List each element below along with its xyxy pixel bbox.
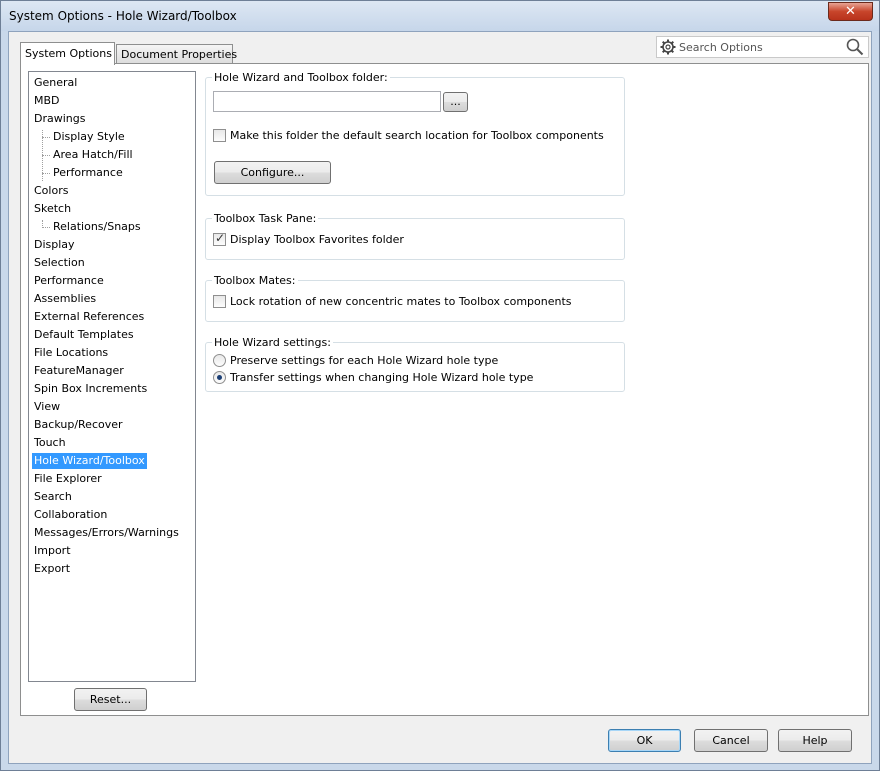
tree-item-collaboration[interactable]: Collaboration	[32, 507, 109, 523]
tree-item-drawings[interactable]: Drawings	[32, 111, 87, 127]
toolbox-folder-path-input[interactable]	[213, 91, 441, 112]
tree-connector	[42, 227, 50, 228]
tree-item-colors[interactable]: Colors	[32, 183, 70, 199]
browse-folder-button[interactable]: ...	[443, 92, 468, 112]
options-tree[interactable]: General MBD Drawings Display Style Area …	[28, 71, 196, 682]
preserve-settings-radio[interactable]	[213, 354, 226, 367]
tree-item-file-locations[interactable]: File Locations	[32, 345, 110, 361]
default-location-checkbox[interactable]	[213, 129, 226, 142]
tree-item-view[interactable]: View	[32, 399, 62, 415]
search-icon[interactable]	[846, 38, 864, 56]
tree-item-file-explorer[interactable]: File Explorer	[32, 471, 104, 487]
ok-button[interactable]: OK	[608, 729, 681, 752]
tree-item-performance[interactable]: Performance	[32, 273, 106, 289]
toolbox-mates-title: Toolbox Mates:	[212, 274, 298, 287]
tree-item-display-style[interactable]: Display Style	[51, 129, 127, 145]
radio-selected-dot	[217, 375, 222, 380]
tree-item-messages-errors-warnings[interactable]: Messages/Errors/Warnings	[32, 525, 181, 541]
tree-item-backup-recover[interactable]: Backup/Recover	[32, 417, 125, 433]
toolbox-folder-group: Hole Wizard and Toolbox folder: ... Make…	[205, 71, 625, 196]
help-button[interactable]: Help	[778, 729, 852, 752]
close-button[interactable]: ✕	[828, 2, 873, 21]
tree-connector	[42, 173, 50, 174]
reset-button[interactable]: Reset...	[74, 688, 147, 711]
tree-connector	[42, 155, 50, 156]
tree-item-external-references[interactable]: External References	[32, 309, 146, 325]
hole-wizard-settings-group: Hole Wizard settings: Preserve settings …	[205, 336, 625, 392]
default-location-label[interactable]: Make this folder the default search loca…	[230, 129, 604, 142]
favorites-folder-checkbox[interactable]: ✓	[213, 231, 226, 246]
toolbox-task-pane-group: Toolbox Task Pane: ✓ Display Toolbox Fav…	[205, 212, 625, 260]
tree-item-assemblies[interactable]: Assemblies	[32, 291, 98, 307]
search-input[interactable]: Search Options	[679, 41, 763, 54]
transfer-settings-radio[interactable]	[213, 371, 226, 384]
tree-item-general[interactable]: General	[32, 75, 79, 91]
dialog-body: System Options Document Properties Searc…	[8, 31, 872, 764]
tree-item-default-templates[interactable]: Default Templates	[32, 327, 136, 343]
tree-item-touch[interactable]: Touch	[32, 435, 68, 451]
toolbox-mates-group: Toolbox Mates: Lock rotation of new conc…	[205, 274, 625, 322]
gear-icon[interactable]	[660, 39, 676, 55]
tree-connector	[42, 137, 50, 138]
tree-item-sketch[interactable]: Sketch	[32, 201, 73, 217]
lock-rotation-label[interactable]: Lock rotation of new concentric mates to…	[230, 295, 572, 308]
lock-rotation-checkbox[interactable]	[213, 295, 226, 308]
title-bar[interactable]: System Options - Hole Wizard/Toolbox ✕	[1, 1, 879, 31]
hole-wizard-settings-title: Hole Wizard settings:	[212, 336, 333, 349]
tree-item-export[interactable]: Export	[32, 561, 72, 577]
tree-item-selection[interactable]: Selection	[32, 255, 87, 271]
tree-item-import[interactable]: Import	[32, 543, 73, 559]
transfer-settings-label[interactable]: Transfer settings when changing Hole Wiz…	[230, 371, 533, 384]
cancel-button[interactable]: Cancel	[694, 729, 768, 752]
configure-button[interactable]: Configure...	[214, 161, 331, 184]
options-panel: General MBD Drawings Display Style Area …	[20, 63, 869, 716]
tree-item-hole-wizard-toolbox[interactable]: Hole Wizard/Toolbox	[32, 453, 147, 469]
toolbox-folder-title: Hole Wizard and Toolbox folder:	[212, 71, 390, 84]
tree-item-spin-box-increments[interactable]: Spin Box Increments	[32, 381, 149, 397]
search-options-box[interactable]: Search Options	[656, 36, 869, 58]
tree-item-display[interactable]: Display	[32, 237, 77, 253]
preserve-settings-label[interactable]: Preserve settings for each Hole Wizard h…	[230, 354, 498, 367]
tree-item-drawings-performance[interactable]: Performance	[51, 165, 125, 181]
tree-item-area-hatch-fill[interactable]: Area Hatch/Fill	[51, 147, 135, 163]
tree-item-search[interactable]: Search	[32, 489, 74, 505]
tab-system-options[interactable]: System Options	[20, 42, 115, 65]
checkmark-icon: ✓	[215, 231, 226, 245]
window-title: System Options - Hole Wizard/Toolbox	[9, 9, 237, 23]
tab-document-properties[interactable]: Document Properties	[116, 44, 237, 64]
favorites-folder-label[interactable]: Display Toolbox Favorites folder	[230, 233, 404, 246]
tree-item-mbd[interactable]: MBD	[32, 93, 62, 109]
tree-item-featuremanager[interactable]: FeatureManager	[32, 363, 126, 379]
system-options-dialog: System Options - Hole Wizard/Toolbox ✕ S…	[0, 0, 880, 771]
toolbox-task-pane-title: Toolbox Task Pane:	[212, 212, 319, 225]
tree-item-relations-snaps[interactable]: Relations/Snaps	[51, 219, 143, 235]
